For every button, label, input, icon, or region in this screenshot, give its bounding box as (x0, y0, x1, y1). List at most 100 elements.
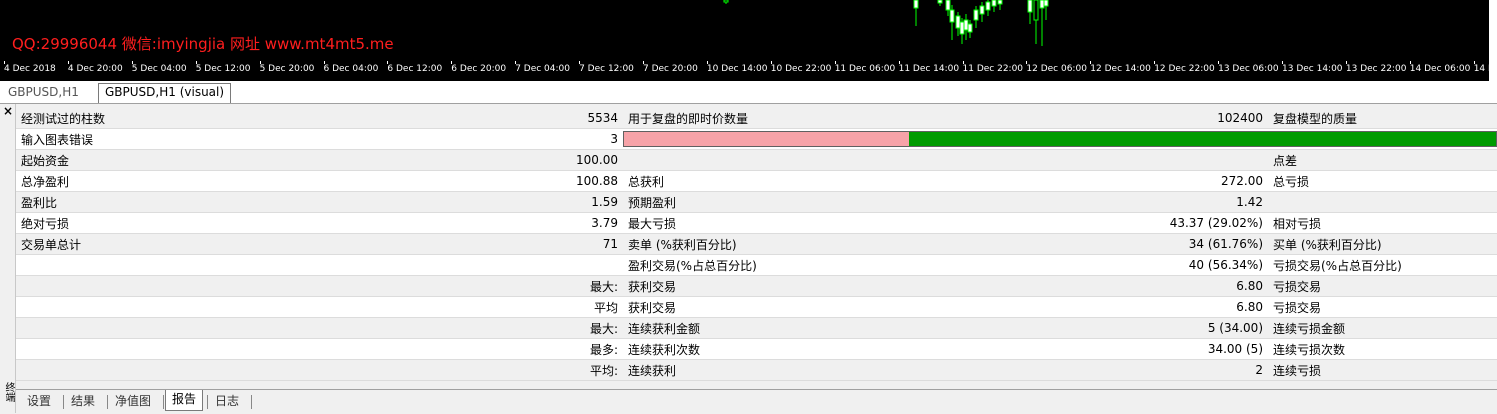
time-tick-mark (387, 61, 389, 64)
time-tick-mark (67, 61, 69, 64)
time-tick-label: 11 Dec 06:00 (834, 64, 896, 74)
candle-body (945, 0, 951, 11)
candle-body (997, 0, 1003, 5)
candle-body (1033, 0, 1039, 21)
time-axis: 4 Dec 2018 4 Dec 20:00 5 Dec 04:00 5 Dec 12… (0, 61, 1497, 81)
report-label: 输入图表错误 (16, 128, 306, 150)
tab-report[interactable]: 报告 (165, 390, 204, 411)
report-value: 3 (306, 128, 623, 150)
time-tick-label: 11 Dec 22:00 (962, 64, 1024, 74)
report-label: 起始资金 (16, 149, 306, 171)
candle-body (955, 15, 961, 29)
tab-results[interactable]: 结果 (65, 392, 101, 411)
terminal-side-label: 终端 (3, 382, 14, 402)
tab-settings[interactable]: 设置 (21, 392, 57, 411)
time-tick-label: 5 Dec 20:00 (259, 64, 315, 74)
candle-body (1043, 0, 1049, 7)
candle-body (959, 21, 965, 35)
report-row: 盈利交易(%占总百分比) 40 (56.34%) 亏损交易(%占总百分比) (16, 254, 1497, 276)
candle-body (949, 9, 955, 23)
report-label (16, 338, 306, 360)
model-quality-bar (623, 128, 1497, 150)
time-tick-mark (1218, 61, 1220, 64)
time-tick-label: 10 Dec 22:00 (770, 64, 832, 74)
tab-gbpusd-h1[interactable]: GBPUSD,H1 (2, 84, 85, 101)
report-label: 预期盈利 (623, 191, 948, 213)
report-row: 交易单总计 71 卖单 (%获利百分比) 34 (61.76%) 买单 (%获利百分比) (16, 233, 1497, 255)
candle-body (973, 9, 979, 21)
candle-body (963, 19, 969, 31)
report-row: 平均 获利交易 6.80 亏损交易 (16, 296, 1497, 318)
report-value: 6.80 (948, 296, 1268, 318)
time-tick-mark (898, 61, 900, 64)
report-value: 6.80 (948, 275, 1268, 297)
candle-body (1027, 0, 1033, 13)
report-label: 卖单 (%获利百分比) (623, 233, 948, 255)
time-tick-mark (259, 61, 261, 64)
report-label: 连续亏损次数 (1268, 338, 1497, 360)
tab-equity-chart[interactable]: 净值图 (109, 392, 157, 411)
report-label: 复盘模型的质量 (1268, 108, 1497, 129)
time-tick-label: 11 Dec 14:00 (898, 64, 960, 74)
time-tick-label: 12 Dec 22:00 (1154, 64, 1215, 74)
report-value: 40 (56.34%) (948, 254, 1268, 276)
report-value: 100.88 (306, 170, 623, 192)
tab-journal[interactable]: 日志 (209, 392, 245, 411)
report-label: 连续获利 (623, 359, 948, 381)
candle-body (937, 0, 943, 4)
report-label (1268, 191, 1497, 213)
time-tick-mark (1345, 61, 1347, 64)
report-row: 最大: 获利交易 6.80 亏损交易 (16, 275, 1497, 297)
report-label: 亏损交易 (1268, 296, 1497, 318)
report-label (623, 149, 948, 171)
tab-separator (251, 395, 252, 409)
time-tick-label: 13 Dec 22:00 (1345, 64, 1407, 74)
report-label (16, 359, 306, 381)
chart-tab-bar: GBPUSD,H1 GBPUSD,H1 (visual) (0, 81, 1497, 104)
candle-body (723, 0, 729, 3)
quality-bar-red (624, 132, 910, 146)
close-icon[interactable]: × (3, 104, 13, 118)
time-tick-label: 10 Dec 14:00 (706, 64, 768, 74)
time-tick-label: 4 Dec 20:00 (67, 64, 123, 74)
report-row: 最大: 连续获利金额 5 (34.00) 连续亏损金额 (16, 317, 1497, 339)
report-value (306, 254, 623, 276)
price-chart[interactable]: QQ:29996044 微信:imyingjia 网址 www.mt4mt5.m… (0, 0, 1497, 61)
report-label: 连续亏损 (1268, 359, 1497, 381)
report-value: 平均: (306, 359, 623, 381)
time-tick-label: 13 Dec 14:00 (1282, 64, 1343, 74)
report-value: 100.00 (306, 149, 623, 171)
candle-body (979, 5, 985, 15)
time-tick-mark (1090, 61, 1092, 64)
report-value: 平均 (306, 296, 623, 318)
tab-gbpusd-h1-visual[interactable]: GBPUSD,H1 (visual) (98, 83, 232, 103)
time-tick-mark (579, 61, 581, 64)
report-value (948, 149, 1268, 171)
time-tick-label: 12 Dec 06:00 (1026, 64, 1087, 74)
time-tick-label: 6 Dec 04:00 (323, 64, 379, 74)
report-value: 71 (306, 233, 623, 255)
time-tick-label: 6 Dec 20:00 (451, 64, 507, 74)
report-value: 5534 (306, 108, 623, 129)
report-label: 相对亏损 (1268, 212, 1497, 234)
report-table: 经测试过的柱数 5534 用于复盘的即时价数量 102400 复盘模型的质量 输入图表错误… (16, 108, 1497, 381)
report-label: 总净盈利 (16, 170, 306, 192)
time-tick-mark (1026, 61, 1028, 64)
report-row: 绝对亏损 3.79 最大亏损 43.37 (29.02%) 相对亏损 (16, 212, 1497, 234)
time-tick-mark (706, 61, 708, 64)
report-value: 102400 (948, 108, 1268, 129)
report-label: 亏损交易 (1268, 275, 1497, 297)
time-tick-label: 4 Dec 2018 (4, 64, 56, 74)
watermark-text: QQ:29996044 微信:imyingjia 网址 www.mt4mt5.m… (12, 35, 394, 53)
time-tick-mark (195, 61, 197, 64)
report-label (16, 296, 306, 318)
report-value: 最多: (306, 338, 623, 360)
report-value: 272.00 (948, 170, 1268, 192)
candle-body (985, 1, 991, 11)
report-label: 获利交易 (623, 296, 948, 318)
report-label (16, 254, 306, 276)
time-tick-label: 6 Dec 12:00 (387, 64, 443, 74)
report-label: 获利交易 (623, 275, 948, 297)
report-label: 总获利 (623, 170, 948, 192)
quality-bar-green (909, 132, 1496, 146)
